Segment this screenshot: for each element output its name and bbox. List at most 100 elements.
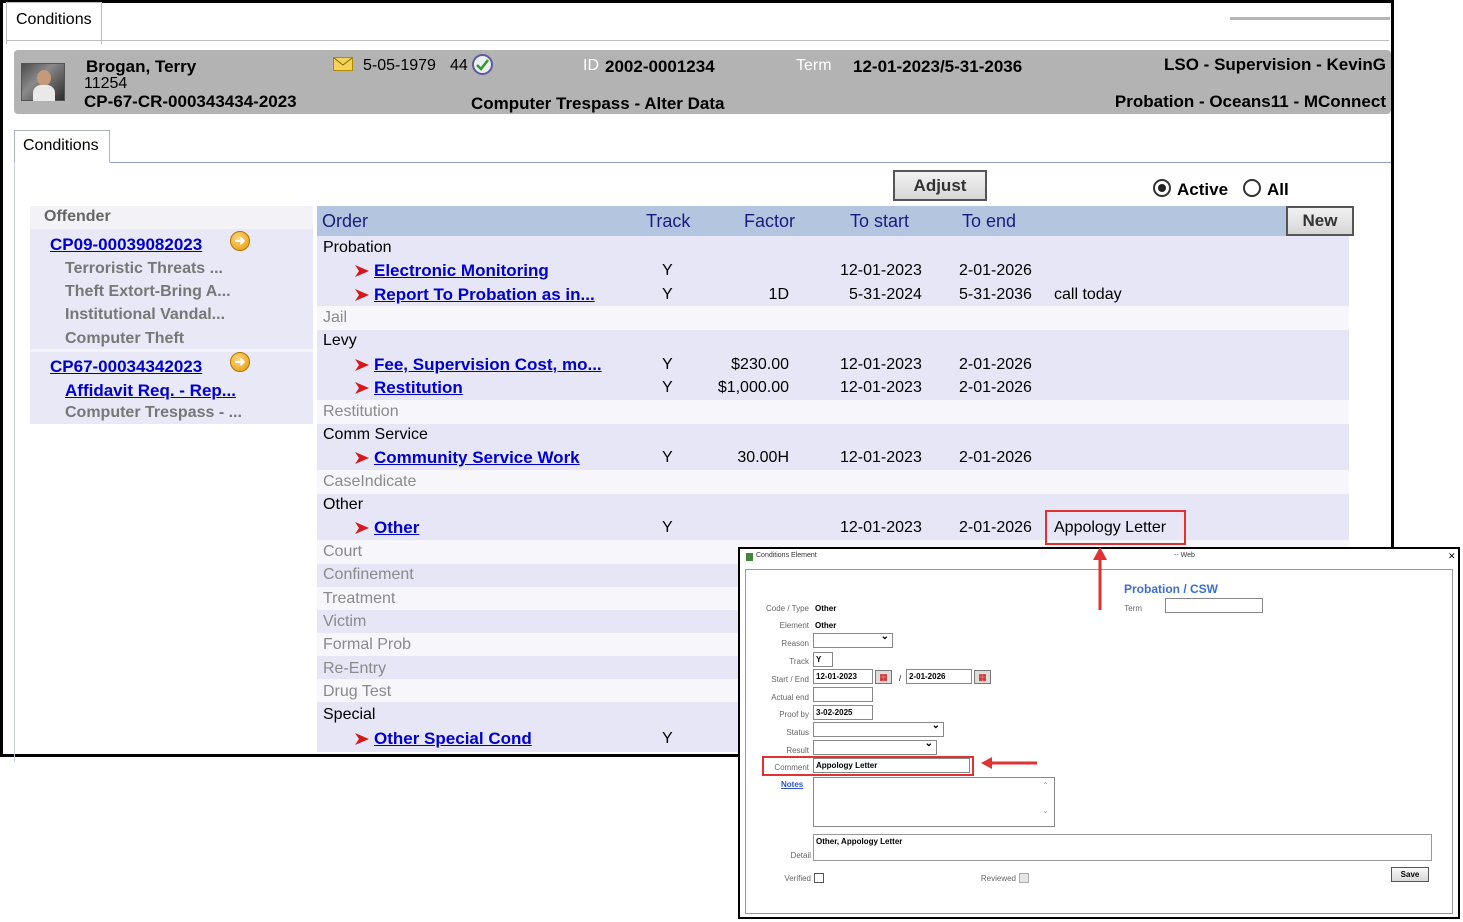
- tab-strip-scrollbar: [1230, 17, 1390, 20]
- age: 44: [450, 57, 468, 74]
- condition-link[interactable]: Other: [374, 518, 419, 538]
- category-label: Re-Entry: [323, 660, 387, 677]
- red-flag-icon: [355, 733, 369, 745]
- notes-link[interactable]: Notes: [781, 780, 803, 789]
- category-label: Victim: [323, 613, 367, 630]
- group-restitution: [317, 400, 1349, 424]
- forward-arrow-icon[interactable]: ➜: [230, 231, 250, 251]
- red-flag-icon: [355, 522, 369, 534]
- result-select[interactable]: [813, 738, 937, 755]
- tab-conditions-inner[interactable]: Conditions: [14, 130, 110, 163]
- scroll-down-icon[interactable]: ⌄: [1042, 806, 1049, 815]
- all-radio[interactable]: [1243, 179, 1261, 197]
- start-end-label: Start / End: [771, 675, 809, 684]
- annotation-arrow-left: [981, 757, 1037, 769]
- condition-link[interactable]: Report To Probation as in...: [374, 285, 595, 305]
- active-label: Active: [1177, 180, 1229, 199]
- status-select[interactable]: [813, 720, 944, 737]
- charge-item[interactable]: Theft Extort-Bring A...: [65, 283, 231, 301]
- track-label: Track: [789, 657, 809, 666]
- verified-label: Verified: [784, 874, 811, 883]
- track-field[interactable]: Y: [813, 652, 833, 667]
- category-label: Levy: [323, 332, 357, 349]
- reviewed-checkbox[interactable]: [1019, 873, 1029, 883]
- end-cell: 5-31-2036: [959, 286, 1032, 303]
- red-flag-icon: [355, 359, 369, 371]
- notes-textarea[interactable]: [813, 777, 1055, 827]
- detail-label: Detail: [790, 851, 811, 860]
- charge-item[interactable]: Institutional Vandal...: [65, 306, 225, 324]
- offender-heading: Offender: [30, 206, 313, 229]
- new-button[interactable]: New: [1286, 206, 1354, 236]
- scroll-up-icon[interactable]: ⌃: [1042, 781, 1049, 790]
- tab-conditions-outer[interactable]: Conditions: [6, 2, 102, 44]
- group-other: [317, 494, 1349, 540]
- charge-item[interactable]: Terroristic Threats ...: [65, 260, 223, 278]
- charge-item[interactable]: Computer Theft: [65, 330, 184, 348]
- offender-number: 11254: [84, 75, 128, 92]
- end-date-field[interactable]: 2-01-2026: [906, 669, 972, 684]
- avatar[interactable]: [21, 63, 65, 101]
- term-field[interactable]: [1165, 598, 1263, 613]
- reason-select[interactable]: [813, 631, 893, 648]
- calendar-icon[interactable]: ▦: [875, 670, 892, 684]
- category-label: Comm Service: [323, 426, 428, 443]
- case-link-1[interactable]: CP09-00039082023: [50, 235, 202, 255]
- factor-cell: 1D: [768, 286, 789, 303]
- result-label: Result: [786, 746, 809, 755]
- detail-textarea[interactable]: [813, 834, 1432, 861]
- dialog-title: Conditions Element: [756, 552, 817, 559]
- condition-link[interactable]: Electronic Monitoring: [374, 261, 549, 281]
- actual-end-field[interactable]: [813, 687, 873, 702]
- proof-by-field[interactable]: 3-02-2025: [813, 705, 873, 720]
- factor-cell: $1,000.00: [717, 379, 789, 396]
- calendar-icon[interactable]: ▦: [974, 670, 991, 684]
- condition-link[interactable]: Community Service Work: [374, 448, 580, 468]
- red-flag-icon: [355, 289, 369, 301]
- dialog-web-label: -- Web: [1174, 552, 1195, 559]
- active-radio[interactable]: [1153, 179, 1171, 197]
- close-icon[interactable]: ✕: [1448, 551, 1456, 562]
- track-cell: Y: [662, 286, 673, 303]
- category-label: Court: [323, 543, 363, 560]
- category-label: Treatment: [323, 590, 396, 607]
- track-cell: Y: [662, 379, 673, 396]
- dialog-app-icon: [746, 553, 753, 561]
- forward-arrow-icon[interactable]: ➜: [230, 352, 250, 372]
- verified-checkbox[interactable]: [814, 873, 824, 883]
- category-label: Special: [323, 706, 376, 723]
- column-order: Order: [322, 211, 369, 231]
- office-info: LSO - Supervision - KevinG: [1164, 55, 1386, 74]
- case-link-2[interactable]: CP67-00034342023: [50, 357, 202, 377]
- start-cell: 12-01-2023: [840, 379, 922, 396]
- charge-item[interactable]: Computer Trespass - ...: [65, 404, 242, 422]
- category-label: Confinement: [323, 566, 414, 583]
- condition-link[interactable]: Restitution: [374, 378, 463, 398]
- category-label: CaseIndicate: [323, 473, 417, 490]
- factor-cell: $230.00: [731, 356, 789, 373]
- column-track: Track: [646, 211, 691, 231]
- column-to-end: To end: [962, 211, 1017, 231]
- date-separator: /: [899, 674, 902, 683]
- charge-item[interactable]: Affidavit Req. - Rep...: [65, 381, 236, 401]
- condition-link[interactable]: Other Special Cond: [374, 729, 532, 749]
- end-cell: 2-01-2026: [959, 379, 1032, 396]
- save-button[interactable]: Save: [1391, 867, 1429, 882]
- verified-check-icon: [472, 54, 493, 75]
- actual-end-label: Actual end: [771, 693, 809, 702]
- track-cell: Y: [662, 730, 673, 747]
- category-label: Restitution: [323, 403, 399, 420]
- start-date-field[interactable]: 12-01-2023: [813, 669, 873, 684]
- group-jail: [317, 306, 1349, 330]
- condition-link[interactable]: Fee, Supervision Cost, mo...: [374, 355, 602, 375]
- offender-name: Brogan, Terry: [86, 57, 197, 76]
- dialog-heading: Probation / CSW: [1124, 582, 1218, 596]
- envelope-icon[interactable]: [333, 57, 353, 71]
- term-label: Term: [796, 57, 832, 74]
- category-label: Formal Prob: [323, 636, 412, 653]
- track-cell: Y: [662, 519, 673, 536]
- code-type-label: Code / Type: [766, 604, 809, 613]
- annotation-arrow-up: [1093, 547, 1107, 610]
- comment-field[interactable]: Appology Letter: [813, 758, 970, 773]
- adjust-button[interactable]: Adjust: [893, 170, 987, 201]
